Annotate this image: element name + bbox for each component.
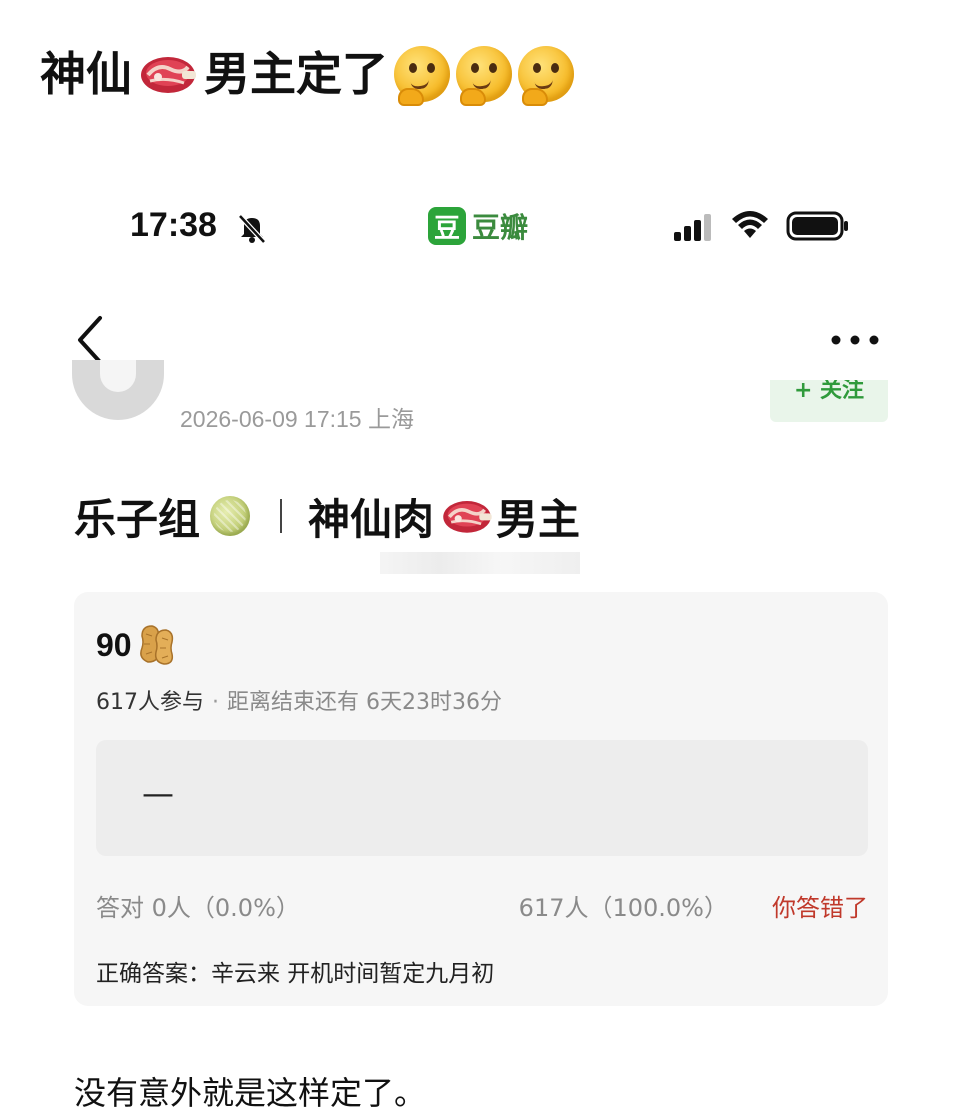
app-name: 豆瓣 <box>472 211 529 244</box>
post-meta: 2026-06-09 17:15 上海 <box>180 406 414 432</box>
thinking-face-icon <box>518 46 574 106</box>
quiz-card: 90 617人参与 · 距离结束还有 6天23时36分 — 答对 0人（0.0%） … <box>74 592 888 1006</box>
meat-icon <box>443 501 492 533</box>
answer-option[interactable]: — <box>96 740 868 856</box>
more-dots-icon[interactable] <box>828 328 882 352</box>
quiz-points-value: 90 <box>96 626 132 663</box>
answer-option-text: — <box>142 774 174 812</box>
title-suffix: 男主 <box>496 494 581 544</box>
thinking-face-icon <box>456 46 512 106</box>
quiz-stats: 617人参与 · 距离结束还有 6天23时36分 <box>96 684 502 716</box>
post-title: 乐子组 神仙肉 男主 <box>74 488 580 544</box>
wrong-label: 你答错了 <box>772 894 868 922</box>
author-row: 2026-06-09 17:15 上海 + 关注 <box>0 360 960 440</box>
wifi-icon <box>732 211 768 238</box>
signal-icon <box>674 214 711 241</box>
participants-count: 617人参与 <box>96 690 204 715</box>
battery-icon <box>786 211 848 241</box>
thinking-face-icon <box>394 46 450 106</box>
quiz-points: 90 <box>96 622 180 668</box>
group-name[interactable]: 乐子组 <box>74 486 200 547</box>
post-body: 没有意外就是这样定了。 <box>74 1074 427 1112</box>
douban-logo-icon: 豆 <box>428 207 466 245</box>
time-remaining: 距离结束还有 6天23时36分 <box>227 690 502 715</box>
status-time: 17:38 <box>130 206 217 244</box>
bell-muted-icon <box>238 214 266 244</box>
app-badge: 豆 豆瓣 <box>428 206 528 246</box>
title-separator <box>280 499 283 533</box>
correct-count: 答对 0人（0.0%） <box>96 894 300 922</box>
follow-button[interactable]: + 关注 <box>770 380 888 422</box>
title-text: 神仙肉 <box>308 494 435 544</box>
caption-text-2: 男主定了 <box>204 47 388 101</box>
meat-icon <box>141 57 196 93</box>
post-caption: 神仙 男主定了 <box>40 44 574 106</box>
blurred-region <box>380 552 580 574</box>
melon-icon <box>210 496 251 536</box>
wrong-count: 617人（100.0%） <box>518 894 728 922</box>
peanut-icon <box>139 625 173 665</box>
separator-dot: · <box>212 690 219 715</box>
status-bar: 17:38 豆 豆瓣 <box>0 200 960 256</box>
correct-answer: 正确答案：辛云来 开机时间暂定九月初 <box>96 961 495 987</box>
caption-text: 神仙 <box>40 47 132 101</box>
results-row: 答对 0人（0.0%） 617人（100.0%） 你答错了 <box>96 888 868 928</box>
avatar[interactable] <box>72 360 164 420</box>
